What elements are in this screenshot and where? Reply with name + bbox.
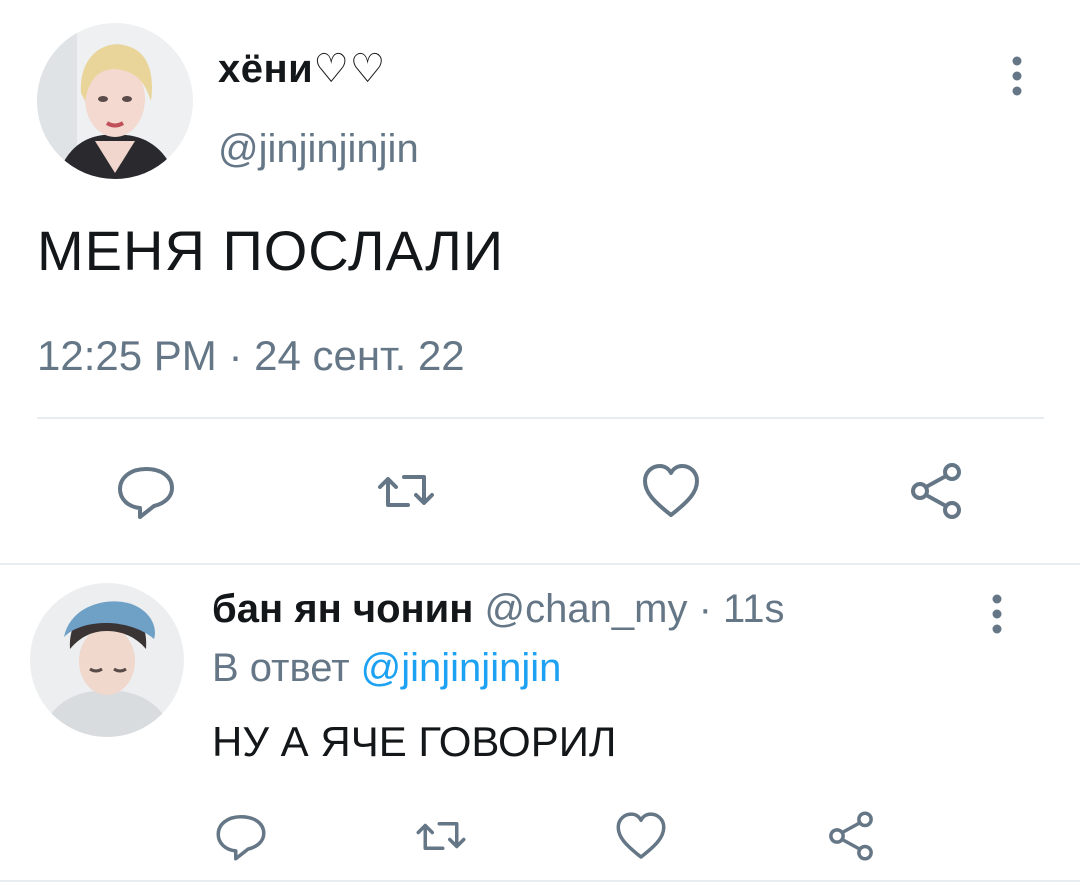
- tweet-timestamp: 12:25 PM · 24 сент. 22: [37, 332, 465, 379]
- separator-dot: ·: [687, 587, 723, 631]
- reply-avatar[interactable]: [30, 583, 184, 737]
- more-vertical-icon[interactable]: [1002, 52, 1032, 102]
- tweet-text: НУ А ЯЧЕ ГОВОРИЛ: [212, 718, 617, 765]
- bottom-divider: [0, 880, 1080, 882]
- tweet-text: МЕНЯ ПОСЛАЛИ: [37, 219, 505, 282]
- reply-icon[interactable]: [205, 800, 277, 872]
- like-icon[interactable]: [605, 800, 677, 872]
- reply-header: бан ян чонин @chan_my · 11s: [212, 587, 785, 632]
- share-icon[interactable]: [815, 800, 887, 872]
- user-handle[interactable]: @jinjinjinjin: [218, 127, 419, 172]
- display-name[interactable]: бан ян чонин: [212, 587, 473, 631]
- reply-icon[interactable]: [110, 455, 182, 527]
- retweet-icon[interactable]: [370, 455, 442, 527]
- display-name[interactable]: хёни♡♡: [218, 46, 386, 92]
- mention-link[interactable]: @jinjinjinjin: [361, 646, 562, 690]
- user-handle[interactable]: @chan_my: [485, 587, 688, 631]
- reply-time: 11s: [723, 587, 785, 631]
- tweet-separator: [0, 563, 1080, 565]
- like-icon[interactable]: [635, 455, 707, 527]
- divider: [37, 417, 1044, 419]
- reply-prefix: В ответ: [212, 646, 350, 690]
- more-vertical-icon[interactable]: [982, 590, 1012, 640]
- reply-context: В ответ @jinjinjinjin: [212, 646, 561, 691]
- main-avatar[interactable]: [37, 23, 193, 179]
- share-icon[interactable]: [900, 455, 972, 527]
- retweet-icon[interactable]: [405, 800, 477, 872]
